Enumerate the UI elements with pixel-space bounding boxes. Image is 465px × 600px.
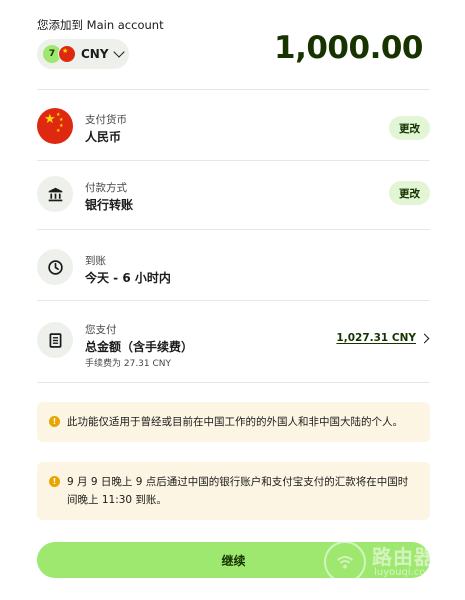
watermark: 路由器 luyouqi.com <box>324 537 444 585</box>
payment-currency-value: 人民币 <box>85 130 122 144</box>
currency-code: CNY <box>81 47 109 61</box>
warning-icon: ! <box>49 476 60 487</box>
watermark-title: 路由器 <box>372 545 435 569</box>
fee-note: 手续费为 27.31 CNY <box>85 359 172 369</box>
chevron-down-icon <box>112 45 125 58</box>
payment-method-label: 付款方式 <box>85 182 127 194</box>
total-label: 您支付 <box>85 324 117 336</box>
receipt-icon <box>37 322 73 358</box>
total-amount-link[interactable]: 1,027.31 CNY <box>336 332 416 344</box>
china-flag-icon: ★ ★ ★ ★ ★ <box>37 108 73 144</box>
router-logo-icon <box>324 541 366 583</box>
payment-method-value: 银行转账 <box>85 198 134 212</box>
change-currency-button[interactable]: 更改 <box>389 116 430 140</box>
clock-icon <box>37 249 73 285</box>
payment-currency-row: ★ ★ ★ ★ ★ 支付货币 人民币 更改 <box>37 108 430 166</box>
arrival-label: 到账 <box>85 255 106 267</box>
eligibility-alert-text: 此功能仅适用于曾经或目前在中国工作的的外国人和非中国大陆的个人。 <box>67 416 403 428</box>
delivery-time-alert: ! 9 月 9 日晚上 9 点后通过中国的银行账户和支付宝支付的汇款将在中国时间… <box>37 462 430 520</box>
arrival-row: 到账 今天 - 6 小时内 <box>37 249 430 307</box>
divider <box>37 160 430 161</box>
divider <box>37 229 430 230</box>
divider <box>37 300 430 301</box>
currency-selector[interactable]: 7 CNY <box>37 39 129 69</box>
payment-currency-label: 支付货币 <box>85 114 127 126</box>
chevron-right-icon <box>419 333 430 344</box>
delivery-time-alert-text: 9 月 9 日晚上 9 点后通过中国的银行账户和支付宝支付的汇款将在中国时间晚上… <box>67 476 409 506</box>
divider <box>37 382 430 383</box>
arrival-value: 今天 - 6 小时内 <box>85 271 171 285</box>
account-label: 您添加到 Main account <box>37 18 164 32</box>
total-row[interactable]: 您支付 总金额（含手续费） 手续费为 27.31 CNY 1,027.31 CN… <box>37 318 430 376</box>
eligibility-alert: ! 此功能仅适用于曾经或目前在中国工作的的外国人和非中国大陆的个人。 <box>37 402 430 442</box>
amount-value[interactable]: 1,000.00 <box>274 30 423 66</box>
divider <box>37 89 430 90</box>
warning-icon: ! <box>49 416 60 427</box>
watermark-url: luyouqi.com <box>374 567 436 578</box>
change-payment-method-button[interactable]: 更改 <box>389 181 430 205</box>
payment-method-row: 付款方式 银行转账 更改 <box>37 176 430 234</box>
china-flag-icon <box>58 45 76 63</box>
total-description: 总金额（含手续费） <box>85 340 194 354</box>
bank-icon <box>37 176 73 212</box>
